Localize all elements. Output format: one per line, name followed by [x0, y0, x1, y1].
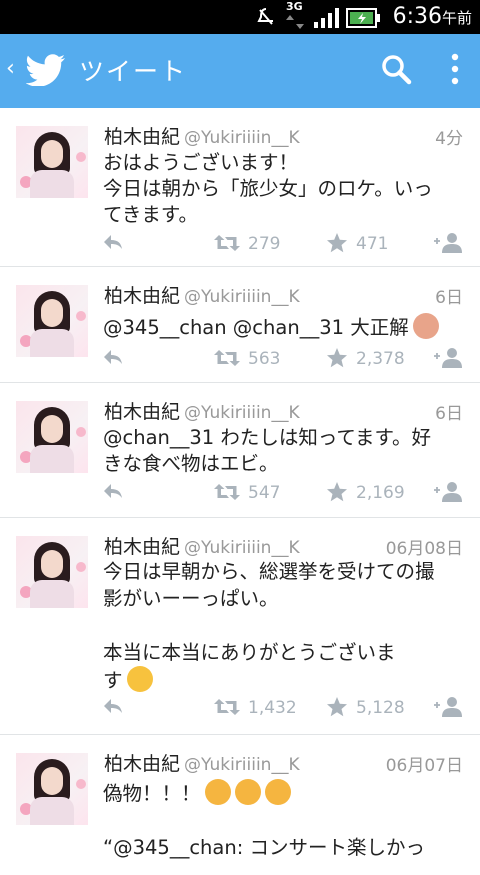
tweet[interactable]: 柏木由紀 @Yukiriiiin__K 06月07日 偽物！！！ “@345__c… — [0, 735, 480, 875]
tweet-line: 影がいーーっぱい。 — [103, 587, 279, 610]
tweet[interactable]: 柏木由紀 @Yukiriiiin__K 6日 @345__chan @chan__… — [0, 267, 480, 383]
tweet-text: @chan__31 わたしは知ってます。好 きな食べ物はエビ。 — [103, 425, 463, 477]
favorite-count: 2,378 — [356, 349, 405, 369]
notification-off-icon — [257, 8, 273, 25]
reply-icon[interactable] — [102, 481, 124, 501]
tweet-text: @345__chan @chan__31 大正解 — [103, 313, 463, 341]
tweet-line: @345__chan @chan__31 大正解 — [103, 316, 409, 339]
author-name: 柏木由紀 — [104, 285, 181, 307]
tweet-text: おはようございます！ 今日は朝から「旅少女」のロケ。いっ てきます。 — [103, 150, 463, 228]
tweet-author: 柏木由紀 @Yukiriiiin__K — [104, 122, 300, 149]
tweet-line: きな食べ物はエビ。 — [103, 452, 279, 475]
tweet-line: 今日は朝から「旅少女」のロケ。いっ — [103, 177, 433, 200]
emoji-ok-gesture-icon — [412, 313, 439, 339]
tweet-line: “@345__chan: コンサート楽しかっ — [103, 836, 425, 859]
favorite-count: 471 — [356, 234, 389, 254]
tweet[interactable]: 柏木由紀 @Yukiriiiin__K 6日 @chan__31 わたしは知ってま… — [0, 383, 480, 518]
favorite-star-icon[interactable] — [326, 347, 348, 369]
author-name: 柏木由紀 — [104, 753, 181, 775]
tweet[interactable]: 柏木由紀 @Yukiriiiin__K 06月08日 今日は早朝から、総選挙を受け… — [0, 518, 480, 735]
tweet-author: 柏木由紀 @Yukiriiiin__K — [104, 749, 300, 776]
retweet-count: 1,432 — [248, 698, 297, 718]
emoji-smiling-face-icon — [126, 666, 153, 692]
retweet-icon[interactable] — [214, 349, 240, 367]
avatar[interactable] — [16, 753, 88, 825]
author-name: 柏木由紀 — [104, 401, 181, 423]
emoji-persevering-face-icon — [264, 779, 291, 805]
tweet-line: てきます。 — [103, 203, 198, 226]
tweet-line — [103, 612, 463, 639]
reply-icon[interactable] — [102, 347, 124, 367]
follow-icon[interactable] — [434, 232, 462, 254]
retweet-icon[interactable] — [214, 234, 240, 252]
tweet-author: 柏木由紀 @Yukiriiiin__K — [104, 397, 300, 424]
tweet-line: 今日は早朝から、総選挙を受けての撮 — [103, 560, 435, 583]
tweet-actions: 547 2,169 — [0, 481, 480, 507]
tweet-actions: 563 2,378 — [0, 347, 480, 373]
network-type: 3G — [286, 0, 303, 13]
signal-icon — [314, 8, 339, 28]
tweet-line: @chan__31 わたしは知ってます。好 — [103, 426, 432, 449]
favorite-star-icon[interactable] — [326, 232, 348, 254]
emoji-persevering-face-icon — [204, 779, 231, 805]
tweet-text: 今日は早朝から、総選挙を受けての撮 影がいーーっぱい。 本当に本当にありがとうご… — [103, 558, 463, 694]
app-bar: ‹ ツイート — [0, 34, 480, 108]
battery-icon — [346, 8, 380, 28]
favorite-count: 5,128 — [356, 698, 405, 718]
author-handle: @Yukiriiiin__K — [184, 403, 300, 423]
retweet-count: 563 — [248, 349, 281, 369]
tweet-author: 柏木由紀 @Yukiriiiin__K — [104, 532, 300, 559]
retweet-icon[interactable] — [214, 483, 240, 501]
avatar[interactable] — [16, 401, 88, 473]
page-title: ツイート — [79, 57, 188, 86]
author-handle: @Yukiriiiin__K — [184, 538, 300, 558]
reply-icon[interactable] — [102, 232, 124, 252]
author-name: 柏木由紀 — [104, 126, 181, 148]
follow-icon[interactable] — [434, 481, 462, 503]
timeline: 柏木由紀 @Yukiriiiin__K 4分 おはようございます！ 今日は朝から「… — [0, 108, 480, 875]
status-time: 6:36午前 — [392, 4, 472, 29]
follow-icon[interactable] — [434, 347, 462, 369]
author-name: 柏木由紀 — [104, 536, 181, 558]
tweet-time: 06月08日 — [385, 539, 463, 559]
favorite-star-icon[interactable] — [326, 696, 348, 718]
tweet-author: 柏木由紀 @Yukiriiiin__K — [104, 281, 300, 308]
tweet-line: おはようございます！ — [103, 151, 299, 174]
author-handle: @Yukiriiiin__K — [184, 755, 300, 775]
tweet-line: 偽物！！！ — [103, 782, 201, 805]
chevron-left-icon[interactable]: ‹ — [6, 56, 15, 81]
tweet-time: 6日 — [435, 288, 463, 308]
tweet-text: 偽物！！！ “@345__chan: コンサート楽しかっ — [103, 779, 463, 861]
data-activity-icon — [286, 15, 304, 29]
emoji-persevering-face-icon — [234, 779, 261, 805]
tweet-time: 06月07日 — [385, 756, 463, 776]
retweet-icon[interactable] — [214, 698, 240, 716]
avatar[interactable] — [16, 126, 88, 198]
search-icon[interactable] — [380, 53, 412, 85]
tweet-line: す — [103, 669, 123, 692]
avatar[interactable] — [16, 536, 88, 608]
author-handle: @Yukiriiiin__K — [184, 128, 300, 148]
favorite-star-icon[interactable] — [326, 481, 348, 503]
retweet-count: 279 — [248, 234, 281, 254]
reply-icon[interactable] — [102, 696, 124, 716]
favorite-count: 2,169 — [356, 483, 405, 503]
tweet-line — [103, 807, 463, 834]
tweet[interactable]: 柏木由紀 @Yukiriiiin__K 4分 おはようございます！ 今日は朝から「… — [0, 108, 480, 267]
tweet-time: 6日 — [435, 404, 463, 424]
tweet-line: 本当に本当にありがとうございま — [103, 641, 396, 664]
tweet-actions: 279 471 — [0, 232, 480, 258]
tweet-actions: 1,432 5,128 — [0, 696, 480, 722]
author-handle: @Yukiriiiin__K — [184, 287, 300, 307]
status-bar: 3G 6:36午前 — [0, 0, 480, 34]
retweet-count: 547 — [248, 483, 281, 503]
twitter-bird-icon[interactable] — [26, 54, 66, 86]
more-vert-icon[interactable] — [448, 52, 462, 86]
follow-icon[interactable] — [434, 696, 462, 718]
tweet-time: 4分 — [435, 129, 463, 149]
